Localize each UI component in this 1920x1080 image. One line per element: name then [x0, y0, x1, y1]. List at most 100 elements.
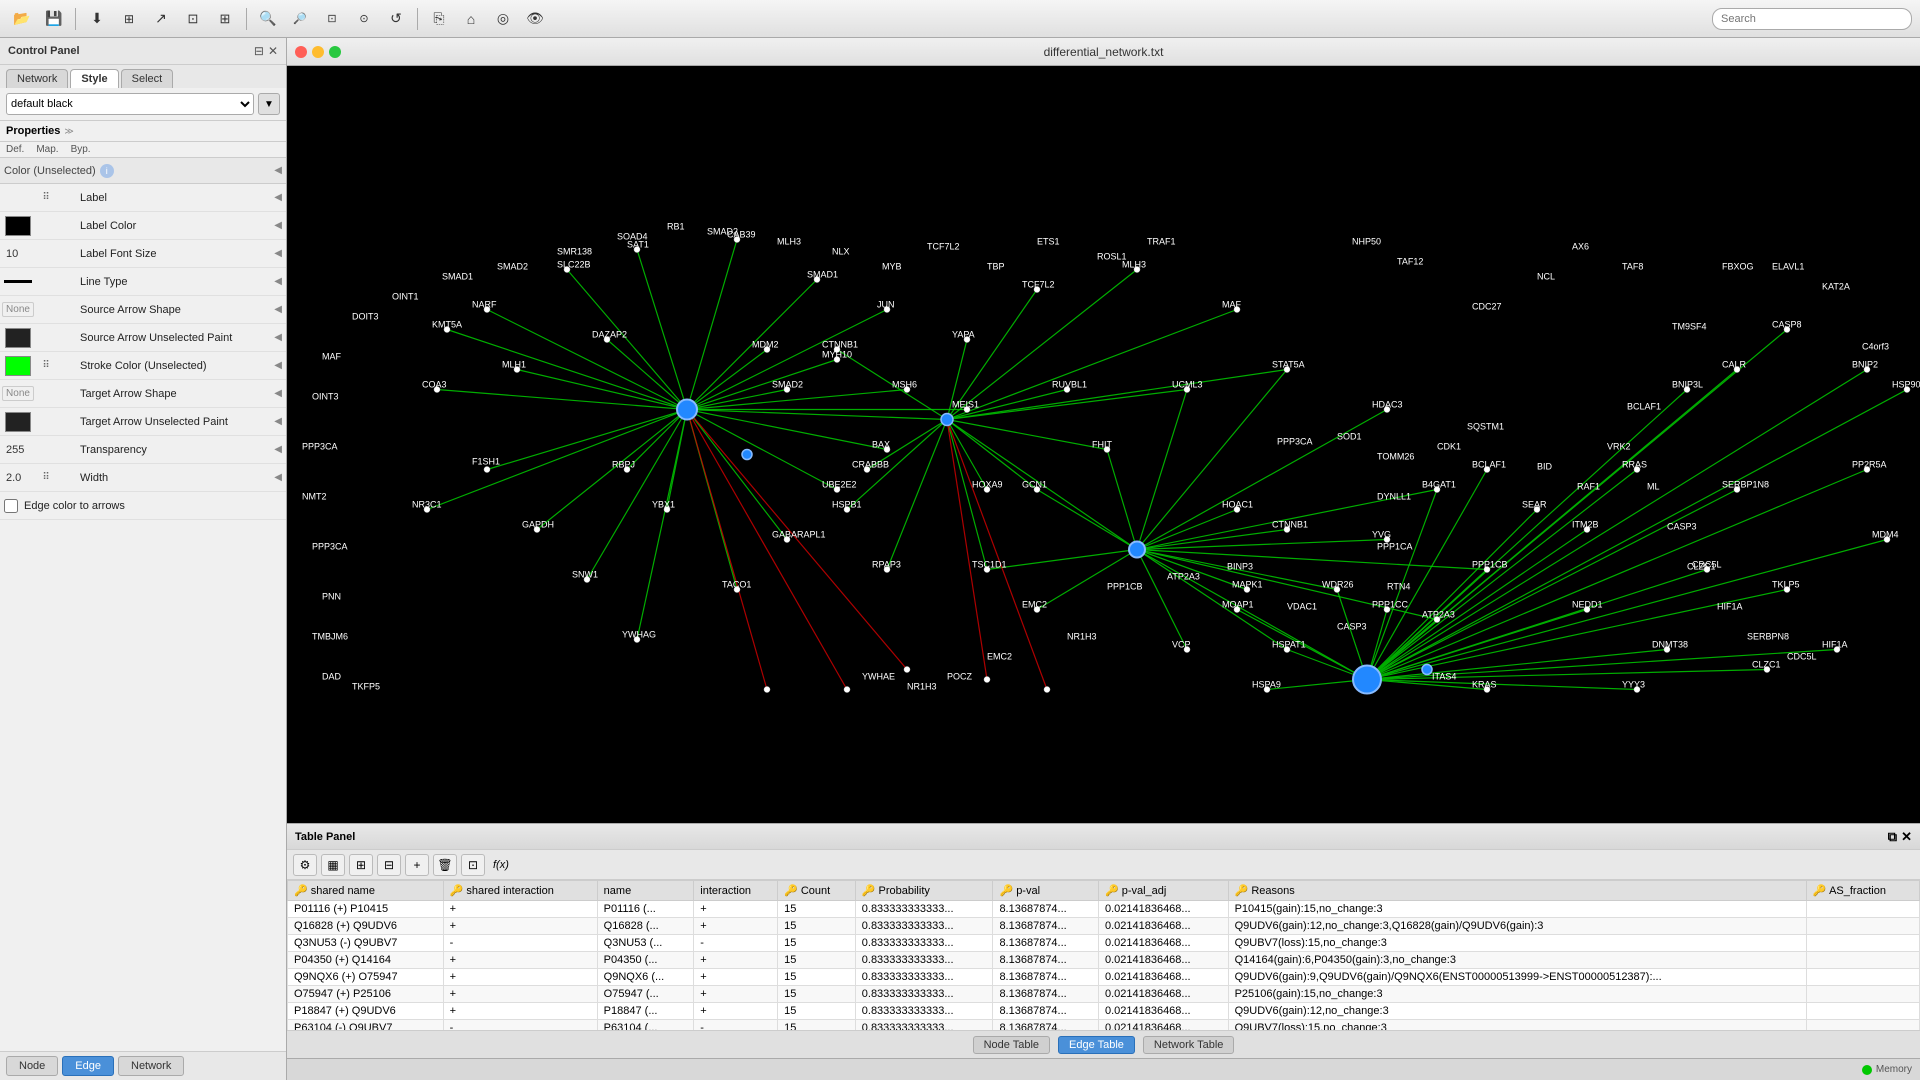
tab-network[interactable]: Network — [6, 69, 68, 88]
svg-text:TBP: TBP — [987, 262, 1005, 272]
table-panel-close-icon[interactable]: ✕ — [1901, 829, 1912, 845]
table-tab-node[interactable]: Node Table — [973, 1036, 1050, 1054]
table-delete-button[interactable]: 🗑 — [433, 854, 457, 876]
dropdown-row: default black ▼ — [0, 88, 286, 121]
layout1-button[interactable]: ⊡ — [179, 6, 207, 32]
refresh-button[interactable]: ↺ — [382, 6, 410, 32]
maximize-window-button[interactable] — [329, 46, 341, 58]
col-header-count[interactable]: 🔑 Count — [778, 881, 856, 901]
prop-row-source-paint: Source Arrow Unselected Paint ◀ — [0, 324, 286, 352]
svg-text:GCN1: GCN1 — [1022, 480, 1047, 490]
transparency-arrow[interactable]: ◀ — [274, 444, 282, 455]
svg-text:YBX1: YBX1 — [652, 500, 675, 510]
dots-icon-width[interactable]: ⠿ — [42, 472, 49, 483]
width-arrow[interactable]: ◀ — [274, 472, 282, 483]
table-split-button[interactable]: ⊟ — [377, 854, 401, 876]
network-graph: NARF SLC22B SAT1 CAB39 SMAD1 JUN COA3 F1… — [287, 66, 1920, 823]
prop-row-font-size: 10 Label Font Size ◀ — [0, 240, 286, 268]
label-color-swatch[interactable] — [5, 216, 31, 236]
stroke-color-arrow[interactable]: ◀ — [274, 360, 282, 371]
table-row: Q9NQX6 (+) O75947 + Q9NQX6 (... + 15 0.8… — [288, 969, 1920, 986]
svg-text:NCL: NCL — [1537, 272, 1555, 282]
panel-close-icon[interactable]: ✕ — [268, 44, 278, 58]
layout2-button[interactable]: ⊞ — [211, 6, 239, 32]
col-header-interaction[interactable]: interaction — [694, 881, 778, 901]
label-prop-arrow[interactable]: ◀ — [274, 192, 282, 203]
source-paint-arrow[interactable]: ◀ — [274, 332, 282, 343]
dots-icon-label[interactable]: ⠿ — [42, 192, 49, 203]
style-dropdown[interactable]: default black — [6, 93, 254, 115]
target-arrow-arrow[interactable]: ◀ — [274, 388, 282, 399]
copy-button[interactable]: ⎘ — [425, 6, 453, 32]
svg-text:MYH10: MYH10 — [822, 350, 852, 360]
font-size-arrow[interactable]: ◀ — [274, 248, 282, 259]
svg-text:ROSL1: ROSL1 — [1097, 252, 1127, 262]
col-header-pval-adj[interactable]: 🔑 p-val_adj — [1098, 881, 1228, 901]
network-canvas[interactable]: NARF SLC22B SAT1 CAB39 SMAD1 JUN COA3 F1… — [287, 66, 1920, 823]
table-tab-network[interactable]: Network Table — [1143, 1036, 1235, 1054]
home-button[interactable]: ⌂ — [457, 6, 485, 32]
info-icon[interactable]: i — [100, 164, 114, 178]
source-paint-swatch[interactable] — [5, 328, 31, 348]
props-collapse-icon[interactable]: ≫ — [64, 126, 73, 137]
target-paint-arrow[interactable]: ◀ — [274, 416, 282, 427]
zoom-sel-button[interactable]: ⊙ — [350, 6, 378, 32]
bottom-tab-node[interactable]: Node — [6, 1056, 58, 1076]
tab-select[interactable]: Select — [121, 69, 174, 88]
svg-text:MYB: MYB — [882, 262, 902, 272]
import-button[interactable]: ⬇ — [83, 6, 111, 32]
table-add-button[interactable]: + — [405, 854, 429, 876]
search-input[interactable] — [1712, 8, 1912, 30]
close-window-button[interactable] — [295, 46, 307, 58]
bottom-tab-edge[interactable]: Edge — [62, 1056, 114, 1076]
hide-button[interactable]: ◎ — [489, 6, 517, 32]
formula-label: f(x) — [489, 859, 513, 871]
col-header-shared-name[interactable]: 🔑 shared name — [288, 881, 444, 901]
eye-button[interactable]: 👁 — [521, 6, 549, 32]
line-type-arrow[interactable]: ◀ — [274, 276, 282, 287]
table-settings-button[interactable]: ⚙ — [293, 854, 317, 876]
table-merge-button[interactable]: ⊞ — [349, 854, 373, 876]
prop-row-line-type: Line Type ◀ — [0, 268, 286, 296]
zoom-fit-button[interactable]: ⊡ — [318, 6, 346, 32]
tab-style[interactable]: Style — [70, 69, 118, 88]
collapse-arrow-icon[interactable]: ◀ — [274, 165, 282, 176]
dots-icon-stroke[interactable]: ⠿ — [42, 360, 49, 371]
svg-text:YAPA: YAPA — [952, 330, 975, 340]
source-arrow-arrow[interactable]: ◀ — [274, 304, 282, 315]
col-header-probability[interactable]: 🔑 Probability — [855, 881, 993, 901]
table-panel-expand-icon[interactable]: ⧉ — [1888, 829, 1897, 845]
svg-text:NR1H3: NR1H3 — [907, 682, 937, 692]
col-header-pval[interactable]: 🔑 p-val — [993, 881, 1099, 901]
col-header-name[interactable]: name — [597, 881, 694, 901]
memory-indicator[interactable]: Memory — [1862, 1064, 1912, 1075]
table-columns-button[interactable]: ▦ — [321, 854, 345, 876]
target-paint-swatch[interactable] — [5, 412, 31, 432]
panel-settings-icon[interactable]: ⊟ — [254, 44, 264, 58]
line-type-swatch[interactable] — [4, 280, 32, 283]
col-header-reasons[interactable]: 🔑 Reasons — [1228, 881, 1806, 901]
open-file-button[interactable]: 📂 — [8, 6, 36, 32]
label-color-arrow[interactable]: ◀ — [274, 220, 282, 231]
table-container[interactable]: 🔑 shared name 🔑 shared interaction name … — [287, 880, 1920, 1030]
source-paint-prop-name: Source Arrow Unselected Paint — [80, 332, 270, 344]
col-header-as-fraction[interactable]: 🔑 AS_fraction — [1806, 881, 1919, 901]
col-header-shared-interaction[interactable]: 🔑 shared interaction — [443, 881, 597, 901]
minimize-window-button[interactable] — [312, 46, 324, 58]
svg-text:MSH6: MSH6 — [892, 380, 917, 390]
svg-text:MAPK1: MAPK1 — [1232, 580, 1263, 590]
table-tab-edge[interactable]: Edge Table — [1058, 1036, 1135, 1054]
share-button[interactable]: ↗ — [147, 6, 175, 32]
save-file-button[interactable]: 💾 — [40, 6, 68, 32]
zoom-in-button[interactable]: 🔍 — [254, 6, 282, 32]
dropdown-arrow-button[interactable]: ▼ — [258, 93, 280, 115]
svg-text:STAT5A: STAT5A — [1272, 360, 1305, 370]
stroke-color-swatch[interactable] — [5, 356, 31, 376]
table-link-button[interactable]: ⊡ — [461, 854, 485, 876]
zoom-out-button[interactable]: 🔎 — [286, 6, 314, 32]
export-table-button[interactable]: ⊞ — [115, 6, 143, 32]
edge-color-to-arrows-checkbox[interactable] — [4, 499, 18, 513]
bottom-tab-network[interactable]: Network — [118, 1056, 184, 1076]
svg-text:TCF7L2: TCF7L2 — [927, 242, 960, 252]
font-size-prop-name: Label Font Size — [80, 248, 270, 260]
